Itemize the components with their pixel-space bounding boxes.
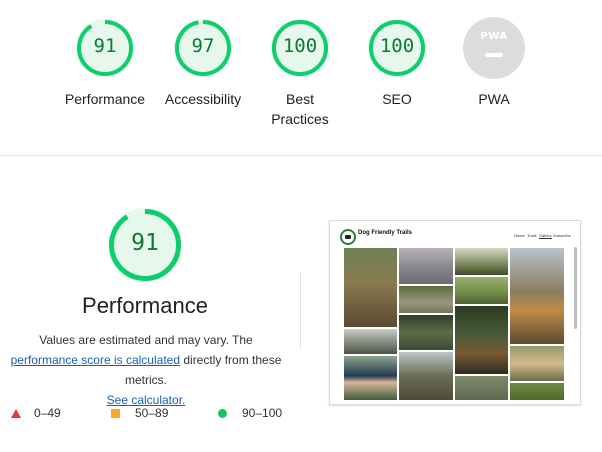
thumbnail-scrollbar [574, 247, 577, 329]
photo-man-portrait [344, 356, 397, 400]
circle-icon [218, 409, 227, 418]
thumbnail-nav-trails: Trails [527, 233, 537, 238]
best-practices-score: 100 [282, 35, 318, 57]
photo-hiker-dark [455, 306, 508, 374]
thumbnail-nav-gallery: Gallery [539, 233, 552, 238]
performance-score: 91 [93, 35, 117, 57]
accessibility-score: 97 [191, 35, 215, 57]
category-seo[interactable]: 100 SEO [349, 19, 445, 109]
score-calculated-link[interactable]: performance score is calculated [11, 353, 180, 367]
photo-green-field [510, 383, 564, 400]
thumbnail-nav-home: Home [514, 233, 525, 238]
seo-score: 100 [379, 35, 415, 57]
photo-dog-standing [510, 248, 564, 344]
photo-forest-path [399, 315, 453, 350]
performance-title: Performance [82, 293, 208, 318]
category-best-practices[interactable]: 100 Best Practices [252, 19, 348, 129]
photo-rocky-stream [399, 286, 453, 313]
category-pwa[interactable]: PWA PWA [446, 17, 542, 109]
see-calculator-link[interactable]: See calculator. [107, 393, 186, 407]
photo-stone-wall [455, 376, 508, 400]
pwa-dash-icon [485, 53, 503, 57]
performance-label: Performance [64, 91, 146, 107]
pwa-gauge: PWA [463, 17, 525, 79]
performance-big-score: 91 [131, 230, 159, 256]
pwa-label: PWA [478, 91, 510, 107]
pwa-badge-text: PWA [480, 31, 508, 42]
thumbnail-nav-subscribe: Subscribe [553, 233, 571, 238]
photo-forest-stream [344, 248, 397, 327]
seo-label: SEO [382, 91, 412, 107]
category-performance[interactable]: 91 Performance [57, 19, 153, 109]
photo-meadow-walk [455, 277, 508, 304]
accessibility-gauge: 97 [174, 19, 232, 77]
photo-dog-grass [510, 346, 564, 381]
performance-description: Values are estimated and may vary. The p… [0, 330, 292, 410]
seo-gauge: 100 [368, 19, 426, 77]
photo-waterfall [344, 329, 397, 354]
square-icon [111, 409, 120, 418]
final-screenshot-thumbnail[interactable]: Dog Friendly Trails Home Trails Gallery … [329, 220, 581, 405]
performance-gauge: 91 [76, 19, 134, 77]
vertical-divider [300, 272, 301, 348]
legend-average-label: 50–89 [135, 406, 169, 420]
accessibility-label: Accessibility [164, 91, 242, 107]
section-divider [0, 155, 602, 156]
triangle-icon [11, 409, 21, 418]
photo-trail-walker [399, 352, 453, 400]
thumbnail-site-title: Dog Friendly Trails [358, 230, 413, 236]
best-practices-label: Best Practices [271, 91, 329, 127]
photo-lake-hills [399, 248, 453, 284]
category-accessibility[interactable]: 97 Accessibility [155, 19, 251, 109]
performance-big-gauge: 91 [108, 208, 182, 282]
legend-pass-label: 90–100 [242, 406, 283, 420]
photo-sunny-trail [455, 248, 508, 275]
desc-text-1: Values are estimated and may vary. The [39, 333, 253, 347]
legend-fail-label: 0–49 [34, 406, 61, 420]
best-practices-gauge: 100 [271, 19, 329, 77]
dog-logo-icon [340, 229, 356, 245]
